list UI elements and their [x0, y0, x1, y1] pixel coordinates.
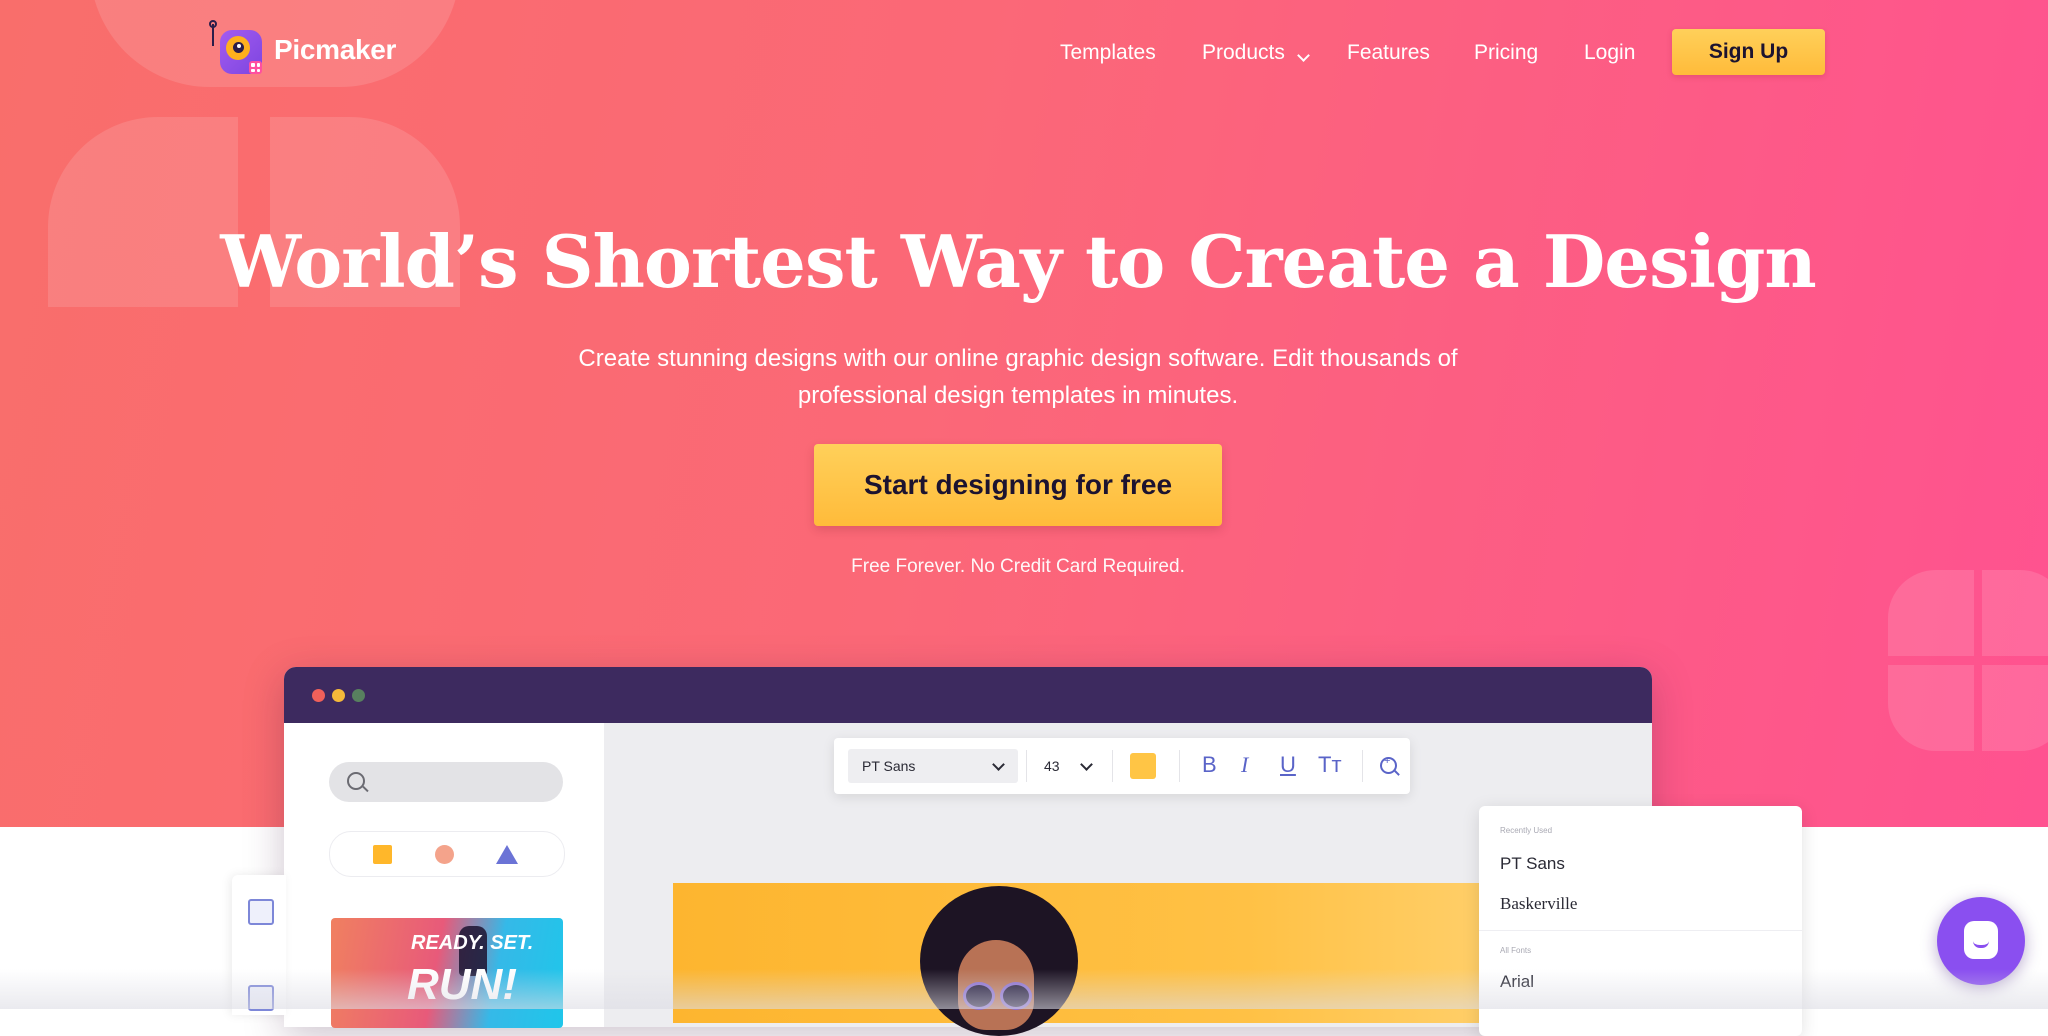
sunglasses-image: [1000, 982, 1032, 1010]
hero-subline: Create stunning designs with our online …: [578, 345, 1458, 409]
panel-divider: [1479, 930, 1802, 931]
nav-pricing[interactable]: Pricing: [1474, 41, 1538, 65]
sign-up-button[interactable]: Sign Up: [1672, 29, 1825, 75]
square-shape-icon[interactable]: [373, 845, 392, 864]
font-size-value: 43: [1044, 758, 1060, 774]
underline-button[interactable]: U: [1280, 752, 1296, 778]
nav-products[interactable]: Products: [1202, 41, 1285, 65]
zoom-in-icon[interactable]: [1380, 755, 1397, 774]
nav-templates[interactable]: Templates: [1060, 41, 1156, 65]
free-note: Free Forever. No Credit Card Required.: [851, 556, 1185, 577]
window-close-dot: [312, 689, 325, 702]
font-family-select[interactable]: PT Sans: [848, 749, 1018, 783]
sidebar-search-input[interactable]: [329, 762, 563, 802]
text-color-swatch[interactable]: [1130, 753, 1156, 779]
font-option[interactable]: PT Sans: [1500, 854, 1565, 874]
font-size-select[interactable]: 43: [1030, 749, 1100, 783]
page-icon[interactable]: [248, 899, 274, 925]
nav-login[interactable]: Login: [1584, 41, 1635, 65]
decorative-petal: [1888, 665, 1974, 751]
bold-button[interactable]: B: [1202, 752, 1217, 778]
toolbar-divider: [1112, 750, 1113, 782]
italic-button[interactable]: I: [1241, 752, 1248, 778]
template-thumbnail[interactable]: READY. SET. RUN!: [331, 918, 563, 1028]
decorative-petal: [1982, 570, 2048, 656]
decorative-petal: [1982, 665, 2048, 751]
font-option[interactable]: Baskerville: [1500, 894, 1577, 914]
shape-picker: [329, 831, 565, 877]
start-designing-button[interactable]: Start designing for free: [814, 444, 1222, 526]
thumbnail-text-line2: RUN!: [407, 960, 517, 1009]
chevron-down-icon: [1080, 758, 1093, 771]
circle-shape-icon[interactable]: [435, 845, 454, 864]
nav-features[interactable]: Features: [1347, 41, 1430, 65]
decorative-petal: [1888, 570, 1974, 656]
window-zoom-dot: [352, 689, 365, 702]
chevron-down-icon: [992, 758, 1005, 771]
font-dropdown-panel: Recently Used PT Sans Baskerville All Fo…: [1479, 806, 1802, 1036]
design-canvas[interactable]: [673, 883, 1493, 1023]
image-icon[interactable]: [248, 985, 274, 1011]
triangle-shape-icon[interactable]: [496, 845, 518, 864]
font-option[interactable]: Arial: [1500, 972, 1534, 992]
text-case-button[interactable]: Tт: [1318, 752, 1342, 778]
chat-icon: [1964, 921, 1998, 959]
recently-used-header: Recently Used: [1500, 826, 1553, 835]
toolbar-divider: [1362, 750, 1363, 782]
chat-launcher-button[interactable]: [1937, 897, 2025, 985]
font-family-value: PT Sans: [862, 758, 916, 774]
window-titlebar: [284, 667, 1652, 723]
text-toolbar: PT Sans 43 B I U Tт: [834, 738, 1410, 794]
all-fonts-header: All Fonts: [1500, 946, 1532, 955]
toolbar-divider: [1179, 750, 1180, 782]
toolbar-divider: [1026, 750, 1027, 782]
tool-rail: [232, 875, 286, 1015]
chevron-down-icon[interactable]: [1297, 49, 1310, 62]
search-icon: [347, 772, 365, 790]
sunglasses-image: [963, 982, 995, 1010]
hero-headline: World’s Shortest Way to Create a Design: [220, 219, 1816, 304]
thumbnail-text-line1: READY. SET.: [411, 932, 534, 954]
window-minimize-dot: [332, 689, 345, 702]
